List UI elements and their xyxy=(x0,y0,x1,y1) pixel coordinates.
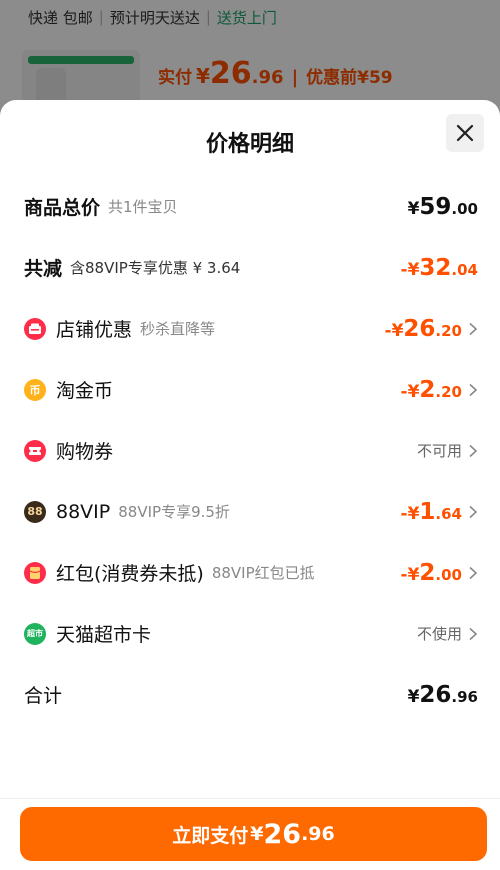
tmall-supermarket-card-icon: 超市 xyxy=(24,622,46,645)
pay-integer: 26 xyxy=(263,818,302,850)
row-red-packet[interactable]: 红包(消费券未抵) 88VIP红包已抵 -¥ 2 .00 xyxy=(0,542,500,603)
row-sub: 秒杀直降等 xyxy=(140,320,216,338)
row-taojinbi[interactable]: 币 淘金币 -¥ 2 .20 xyxy=(0,359,500,420)
row-sub: 共1件宝贝 xyxy=(108,198,178,216)
row-label: 天猫超市卡 xyxy=(56,624,152,646)
taojinbi-coin-icon: 币 xyxy=(24,378,46,401)
row-amount: -¥ 26 .20 xyxy=(384,315,462,342)
row-shopping-voucher[interactable]: 购物券 不可用 xyxy=(0,420,500,481)
row-total-discount: 共减 含88VIP专享优惠 ¥ 3.64 -¥ 32 .04 xyxy=(0,237,500,298)
row-amount: ¥ 26 .96 xyxy=(407,681,478,708)
row-label: 共减 xyxy=(24,258,63,280)
row-tmall-supermarket-card[interactable]: 超市 天猫超市卡 不使用 xyxy=(0,603,500,664)
row-status: 不使用 xyxy=(416,625,462,643)
row-label: 红包(消费券未抵) xyxy=(56,563,204,585)
background-page: 快递 包邮 | 预计明天送达 | 送货上门 实付 ¥ 26 .96 | 优惠前 … xyxy=(0,0,500,110)
chevron-right-icon xyxy=(469,383,478,396)
row-amount: -¥ 32 .04 xyxy=(400,254,478,281)
row-grand-total: 合计 ¥ 26 .96 xyxy=(0,664,500,725)
pay-currency: ¥ xyxy=(250,823,264,845)
row-shop-discount[interactable]: 店铺优惠 秒杀直降等 -¥ 26 .20 xyxy=(0,298,500,359)
row-sub: 88VIP专享9.5折 xyxy=(118,503,230,521)
row-88vip[interactable]: 88 88VIP 88VIP专享9.5折 -¥ 1 .64 xyxy=(0,481,500,542)
row-amount: -¥ 2 .00 xyxy=(400,559,462,586)
row-label: 淘金币 xyxy=(56,380,114,402)
pay-now-button[interactable]: 立即支付 ¥ 26 .96 xyxy=(20,807,487,861)
row-label: 店铺优惠 xyxy=(56,319,133,341)
88vip-icon: 88 xyxy=(24,500,46,523)
row-label: 商品总价 xyxy=(24,197,101,219)
row-amount: -¥ 1 .64 xyxy=(400,498,462,525)
shop-discount-icon xyxy=(24,317,46,340)
close-icon xyxy=(456,124,474,142)
row-label: 购物券 xyxy=(56,441,114,463)
voucher-icon xyxy=(24,439,46,462)
sheet-footer: 立即支付 ¥ 26 .96 xyxy=(0,798,500,870)
chevron-right-icon xyxy=(469,322,478,335)
red-packet-icon xyxy=(24,561,46,584)
price-detail-sheet: 价格明细 商品总价 共1件宝贝 ¥ 59 .00 共减 含88VIP专享优惠 ¥… xyxy=(0,100,500,870)
pay-label: 立即支付 xyxy=(172,824,249,847)
row-sub: 含88VIP专享优惠 ¥ 3.64 xyxy=(70,259,241,277)
price-rows: 商品总价 共1件宝贝 ¥ 59 .00 共减 含88VIP专享优惠 ¥ 3.64… xyxy=(0,176,500,725)
dim-overlay[interactable] xyxy=(0,0,500,110)
chevron-right-icon xyxy=(469,566,478,579)
row-amount: -¥ 2 .20 xyxy=(400,376,462,403)
sheet-title: 价格明细 xyxy=(205,132,294,157)
row-amount: ¥ 59 .00 xyxy=(407,193,478,220)
pay-decimal: .96 xyxy=(301,823,335,845)
chevron-right-icon xyxy=(469,444,478,457)
row-item-total: 商品总价 共1件宝贝 ¥ 59 .00 xyxy=(0,176,500,237)
row-status: 不可用 xyxy=(416,442,462,460)
chevron-right-icon xyxy=(469,505,478,518)
chevron-right-icon xyxy=(469,627,478,640)
close-button[interactable] xyxy=(446,114,484,152)
row-label: 88VIP xyxy=(56,500,111,523)
row-sub: 88VIP红包已抵 xyxy=(211,564,315,582)
row-label: 合计 xyxy=(24,685,63,707)
